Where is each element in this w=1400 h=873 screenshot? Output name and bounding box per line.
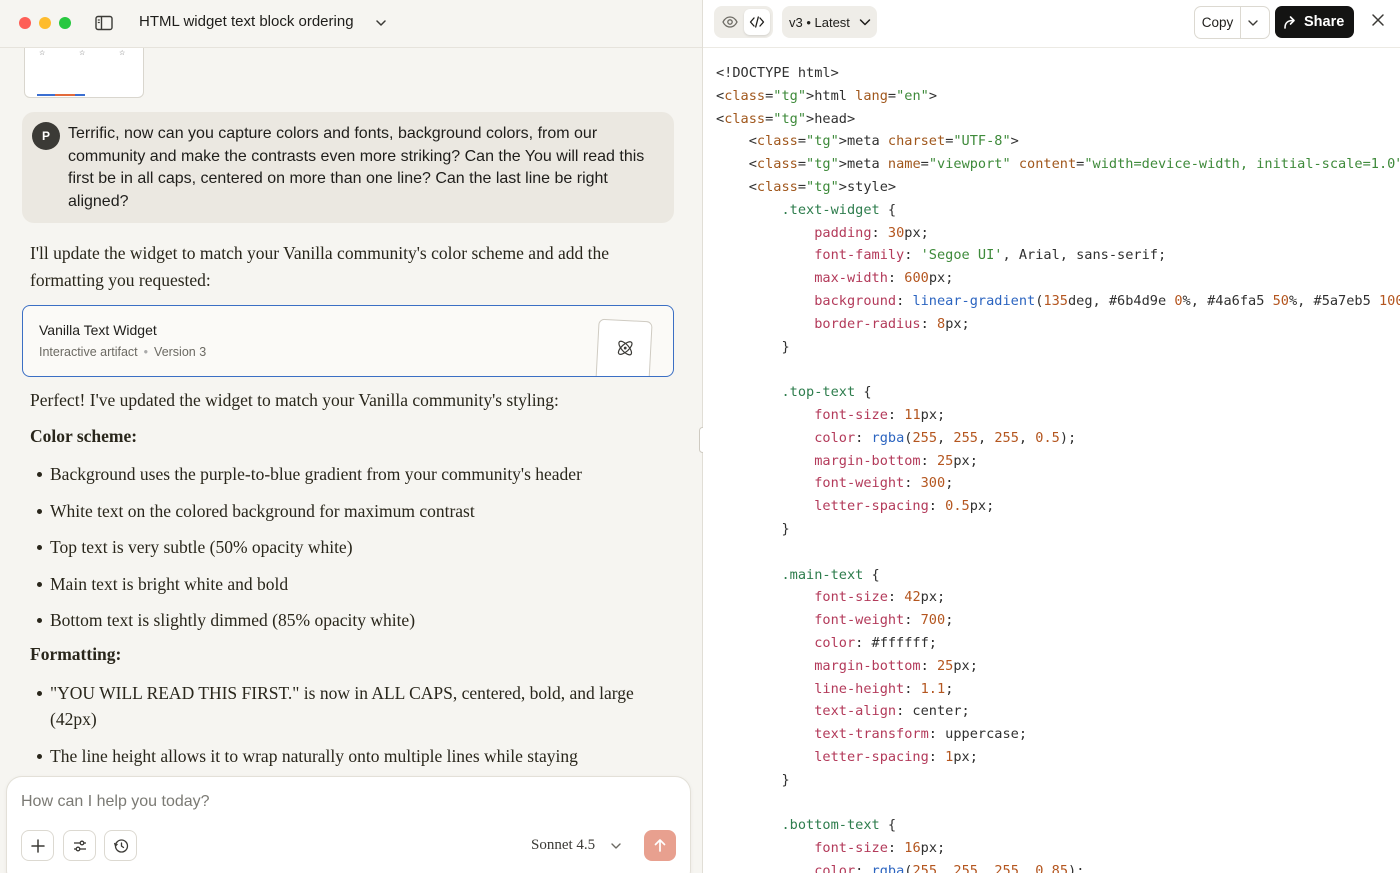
code-line: <class="tg">meta name="viewport" content… — [716, 156, 1400, 173]
code-line: .bottom-text { — [781, 817, 897, 834]
code-line: margin-bottom: 25px; — [814, 657, 978, 674]
version-selector[interactable]: v3 • Latest — [782, 6, 877, 38]
message-input[interactable]: How can I help you today? — [21, 793, 210, 811]
code-line: text-align: center; — [814, 703, 970, 720]
chevron-down-icon — [859, 19, 871, 26]
assistant-followup: Perfect! I've updated the widget to matc… — [30, 390, 559, 410]
list-item: "YOU WILL READ THIS FIRST." is now in AL… — [37, 680, 650, 732]
chat-header: HTML widget text block ordering — [0, 0, 702, 48]
list-item: Top text is very subtle (50% opacity whi… — [37, 534, 650, 560]
sliders-icon — [74, 840, 86, 852]
code-line: padding: 30px; — [814, 224, 929, 241]
color-scheme-heading: Color scheme: — [30, 426, 138, 446]
clock-icon — [113, 839, 129, 853]
artifact-panel: v3 • Latest Copy Share <!DOCTYPE html> <c… — [703, 0, 1400, 873]
artifact-toolbar: v3 • Latest Copy Share — [703, 0, 1400, 48]
model-selector[interactable]: Sonnet 4.5 — [531, 837, 595, 854]
code-line: letter-spacing: 1px; — [814, 749, 978, 765]
artifact-version: Version 3 — [154, 345, 207, 359]
code-line: } — [716, 338, 790, 355]
user-message-text: Terrific, now can you capture colors and… — [68, 125, 645, 210]
conversation-title[interactable]: HTML widget text block ordering — [139, 13, 354, 30]
copy-control: Copy — [1194, 6, 1270, 39]
preview-tab[interactable] — [717, 9, 743, 35]
code-line: <class="tg">head> — [716, 110, 856, 127]
avatar: P — [32, 122, 60, 150]
code-line: } — [716, 521, 790, 537]
list-item: Background uses the purple-to-blue gradi… — [37, 461, 650, 487]
copy-button[interactable]: Copy — [1195, 7, 1241, 38]
chevron-down-icon[interactable] — [374, 16, 388, 30]
code-line: <class="tg">meta charset="UTF-8"> — [716, 133, 1019, 150]
previous-artifact-thumbnail[interactable]: ☆ ☆ ☆ — [24, 40, 144, 98]
window-minimize-button[interactable] — [39, 17, 51, 29]
message-composer: How can I help you today? Sonnet 4.5 — [6, 776, 691, 873]
window-zoom-button[interactable] — [59, 17, 71, 29]
list-item: White text on the colored background for… — [37, 498, 650, 524]
artifact-card[interactable]: Vanilla Text Widget Interactive artifact… — [22, 305, 674, 377]
code-line: } — [716, 771, 790, 788]
code-line: .main-text { — [781, 566, 880, 583]
list-item: Main text is bright white and bold — [37, 571, 650, 597]
thumbnail-star-icon: ☆ — [79, 49, 86, 57]
close-icon[interactable] — [1371, 13, 1385, 27]
tools-button[interactable] — [63, 830, 96, 861]
window-close-button[interactable] — [19, 17, 31, 29]
formatting-heading: Formatting: — [30, 644, 122, 664]
code-line: font-size: 11px; — [814, 407, 946, 423]
code-line: <!DOCTYPE html> — [716, 65, 839, 81]
separator-dot: • — [143, 345, 149, 359]
code-line: .text-widget { — [781, 201, 897, 218]
code-line: max-width: 600px; — [814, 270, 954, 287]
plus-icon — [31, 839, 45, 853]
atom-icon — [617, 340, 633, 356]
code-line: letter-spacing: 0.5px; — [814, 498, 995, 515]
code-line: <class="tg">style> — [716, 179, 897, 195]
code-line: line-height: 1.1; — [814, 680, 954, 697]
code-line: color: rgba(255, 255, 255, 0.5); — [814, 429, 1077, 446]
code-icon — [749, 16, 765, 28]
code-line: margin-bottom: 25px; — [814, 452, 978, 469]
view-toggle — [714, 6, 773, 38]
artifact-title: Vanilla Text Widget — [39, 322, 157, 338]
chevron-down-icon[interactable] — [610, 840, 622, 852]
attach-button[interactable] — [21, 830, 54, 861]
thumbnail-star-icon: ☆ — [39, 49, 46, 57]
chat-pane: ☆ ☆ ☆ HTML widget text block ordering P … — [0, 0, 702, 873]
code-line: background: linear-gradient(135deg, #6b4… — [814, 293, 1400, 309]
artifact-preview — [595, 318, 653, 376]
code-line: font-size: 16px; — [814, 840, 946, 857]
code-line: font-weight: 300; — [814, 475, 954, 492]
version-label: v3 • Latest — [789, 15, 850, 30]
artifact-type: Interactive artifact — [39, 345, 138, 359]
code-line: font-family: 'Segoe UI', Arial, sans-ser… — [814, 247, 1167, 264]
send-button[interactable] — [644, 830, 676, 861]
artifact-meta: Interactive artifact • Version 3 — [39, 345, 206, 359]
sidebar-icon[interactable] — [95, 15, 113, 31]
eye-icon — [722, 16, 738, 28]
chevron-down-icon[interactable] — [1247, 17, 1259, 29]
thumbnail-bar — [55, 94, 75, 96]
share-label: Share — [1304, 14, 1345, 30]
arrow-up-icon — [654, 839, 666, 852]
share-arrow-icon — [1284, 16, 1295, 29]
user-message: P Terrific, now can you capture colors a… — [22, 112, 674, 223]
code-line: font-size: 42px; — [814, 589, 946, 606]
code-line: <class="tg">html lang="en"> — [716, 87, 938, 104]
code-line: color: rgba(255, 255, 255, 0.85); — [814, 863, 1085, 873]
list-item: The line height allows it to wrap natura… — [37, 743, 650, 769]
list-item: Bottom text is slightly dimmed (85% opac… — [37, 607, 650, 633]
assistant-intro: I'll update the widget to match your Van… — [30, 243, 609, 290]
thumbnail-star-icon: ☆ — [119, 49, 126, 57]
code-line: font-weight: 700; — [814, 612, 954, 629]
history-button[interactable] — [104, 830, 137, 861]
code-line: text-transform: uppercase; — [814, 726, 1028, 743]
share-button[interactable]: Share — [1275, 6, 1354, 38]
code-line: border-radius: 8px; — [814, 315, 970, 332]
code-line: .top-text { — [781, 384, 872, 401]
code-tab[interactable] — [744, 9, 770, 35]
code-line: color: #ffffff; — [814, 635, 937, 651]
